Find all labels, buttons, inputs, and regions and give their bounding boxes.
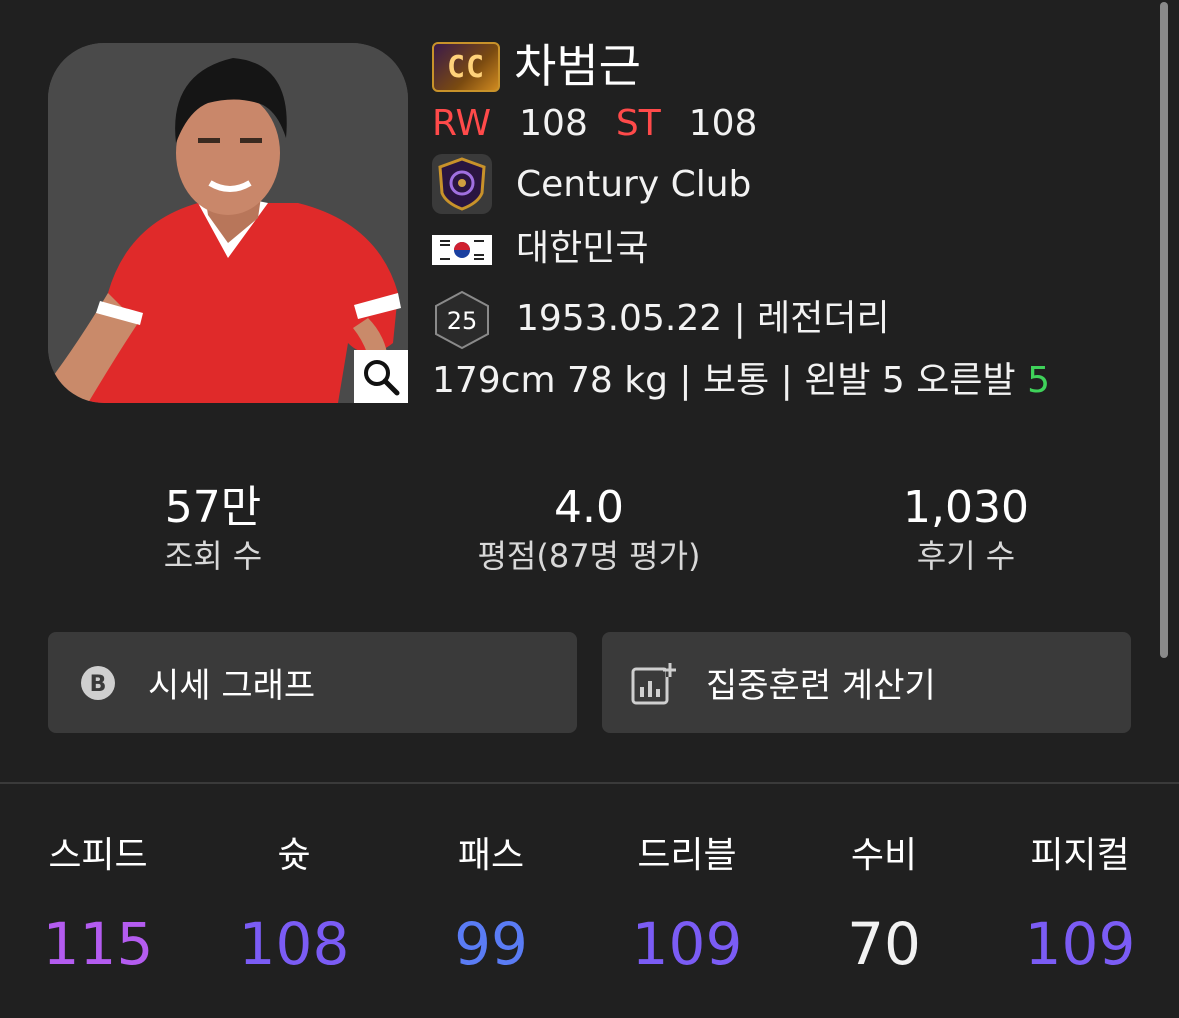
stat-views: 57만 조회 수 — [48, 480, 378, 578]
stat-rating-label: 평점(87명 평가) — [477, 537, 701, 575]
stat-reviews[interactable]: 1,030 후기 수 — [801, 480, 1131, 578]
nation-name: 대한민국 — [516, 228, 649, 269]
section-divider — [0, 782, 1179, 784]
korea-flag-icon — [432, 235, 492, 265]
attr-shooting-value: 108 — [238, 910, 350, 978]
player-name: 차범근 — [514, 39, 641, 93]
stat-rating[interactable]: 4.0 평점(87명 평가) — [424, 480, 754, 578]
stat-reviews-label: 후기 수 — [916, 537, 1016, 575]
season-badge-text: CC — [446, 49, 486, 85]
club-name: Century Club — [516, 164, 752, 205]
attr-physical: 피지컬 109 — [982, 833, 1178, 979]
position-row: RW 108 ST 108 — [432, 101, 757, 147]
scrollbar[interactable] — [1160, 2, 1168, 658]
svg-text:25: 25 — [447, 307, 478, 335]
attr-dribbling: 드리블 109 — [589, 833, 785, 979]
zoom-button[interactable] — [354, 350, 408, 403]
attr-shooting-name: 슛 — [277, 835, 311, 876]
attr-passing-value: 99 — [454, 910, 528, 978]
attr-defending-value: 70 — [847, 910, 921, 978]
attr-shooting: 슛 108 — [196, 833, 392, 979]
attr-speed-name: 스피드 — [48, 835, 148, 876]
club-emblem-icon — [432, 154, 492, 214]
player-portrait-image — [48, 43, 408, 403]
price-graph-button[interactable]: B 시세 그래프 — [48, 632, 577, 733]
stat-views-label: 조회 수 — [163, 537, 263, 575]
training-calculator-button[interactable]: 집중훈련 계산기 — [602, 632, 1131, 733]
stat-reviews-value: 1,030 — [903, 482, 1029, 533]
training-calculator-label: 집중훈련 계산기 — [706, 666, 936, 706]
position-2-ovr: 108 — [688, 103, 758, 144]
stat-views-value: 57만 — [164, 482, 262, 533]
attr-physical-value: 109 — [1024, 910, 1136, 978]
season-badge: CC — [432, 42, 500, 92]
position-2: ST — [615, 103, 661, 144]
attr-passing-name: 패스 — [457, 835, 525, 876]
physical-info-text: 179cm 78 kg | 보통 | 왼발 5 오른발 — [432, 360, 1028, 401]
chart-add-icon — [631, 660, 676, 704]
right-foot-value: 5 — [1027, 360, 1050, 401]
physical-info: 179cm 78 kg | 보통 | 왼발 5 오른발 5 — [432, 358, 1050, 404]
level-hex-icon: 25 — [432, 290, 492, 350]
player-photo[interactable] — [48, 43, 408, 403]
attr-dribbling-name: 드리블 — [637, 835, 737, 876]
stat-rating-value: 4.0 — [554, 482, 624, 533]
svg-text:B: B — [90, 672, 107, 697]
birth-and-grade: 1953.05.22 | 레전더리 — [516, 298, 890, 339]
currency-icon: B — [81, 665, 115, 700]
price-graph-label: 시세 그래프 — [148, 666, 316, 706]
zoom-icon — [364, 359, 400, 395]
attr-defending: 수비 70 — [786, 833, 982, 979]
attr-passing: 패스 99 — [393, 833, 589, 979]
attr-speed: 스피드 115 — [0, 833, 196, 979]
position-1-ovr: 108 — [519, 103, 588, 144]
position-1: RW — [432, 103, 492, 144]
attr-defending-name: 수비 — [850, 835, 918, 876]
attr-speed-value: 115 — [42, 910, 154, 978]
attr-physical-name: 피지컬 — [1030, 835, 1130, 876]
attr-dribbling-value: 109 — [631, 910, 743, 978]
